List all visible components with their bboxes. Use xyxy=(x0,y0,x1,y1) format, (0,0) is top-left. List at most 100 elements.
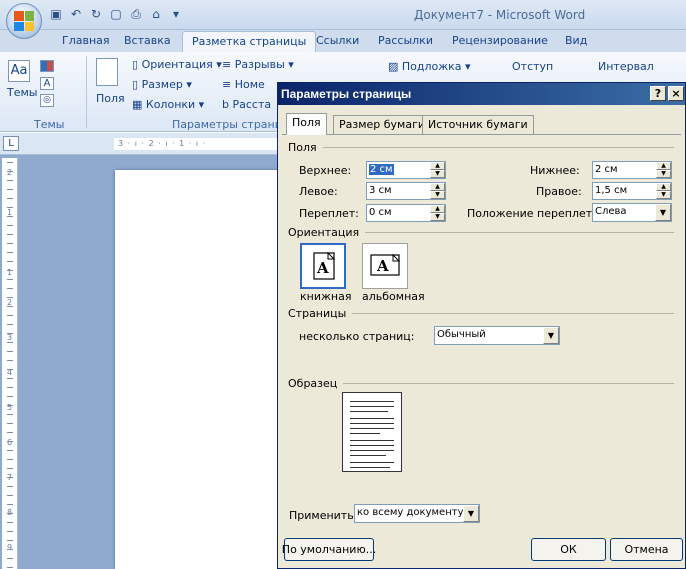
quick-access-toolbar: ▣ ↶ ↻ ▢ ⎙ ⌂ ▾ xyxy=(48,7,184,22)
ruler-tick xyxy=(7,558,13,559)
top-margin-stepper[interactable]: ▲ ▼ xyxy=(430,162,445,178)
ruler-tick xyxy=(7,180,13,181)
close-icon[interactable]: × xyxy=(668,86,684,101)
indent-label: Отступ xyxy=(512,60,554,73)
tab-mailings[interactable]: Рассылки xyxy=(378,34,433,47)
help-icon[interactable]: ? xyxy=(650,86,666,101)
chevron-down-icon[interactable]: ▼ xyxy=(463,505,479,522)
apply-to-value: ко всему документу xyxy=(357,507,464,518)
open-icon[interactable]: ⌂ xyxy=(148,7,164,21)
gutter-stepper[interactable]: ▲ ▼ xyxy=(430,205,445,221)
breaks-button[interactable]: ≡ Разрывы ▾ xyxy=(222,58,294,71)
apply-to-select[interactable]: ко всему документу ▼ xyxy=(354,504,480,523)
bottom-margin-stepper[interactable]: ▲ ▼ xyxy=(656,162,671,178)
word-title-bar: ▣ ↶ ↻ ▢ ⎙ ⌂ ▾ Документ7 - Microsoft Word xyxy=(0,0,686,30)
tab-insert[interactable]: Вставка xyxy=(124,34,171,47)
ok-button[interactable]: ОК xyxy=(531,538,606,561)
ruler-tick xyxy=(7,351,13,352)
tab-selector-icon[interactable]: L xyxy=(3,136,19,151)
portrait-label[interactable]: книжная xyxy=(300,290,351,303)
ruler-tick xyxy=(7,549,13,550)
ruler-tick xyxy=(7,459,13,460)
new-doc-icon[interactable]: ▢ xyxy=(108,7,124,21)
watermark-label: Подложка xyxy=(401,60,462,73)
ruler-tick xyxy=(7,162,13,163)
left-margin-stepper[interactable]: ▲ ▼ xyxy=(430,183,445,199)
left-margin-field[interactable]: 3 см ▲ ▼ xyxy=(366,182,446,200)
ruler-tick xyxy=(7,360,13,361)
hyphenation-button[interactable]: b Расста xyxy=(222,98,271,111)
themes-button-label[interactable]: Темы xyxy=(7,86,37,99)
vertical-ruler[interactable]: 2 1 1 2 3 4 5 6 7 8 9 xyxy=(2,158,18,569)
multiple-pages-select[interactable]: Обычный ▼ xyxy=(434,326,560,345)
ruler-tick xyxy=(7,261,13,262)
right-margin-value: 1,5 см xyxy=(595,185,628,196)
print-icon[interactable]: ⎙ xyxy=(128,7,144,21)
ruler-tick xyxy=(7,423,13,424)
top-margin-field[interactable]: 2 см ▲ ▼ xyxy=(366,161,446,179)
qat-dropdown-icon[interactable]: ▾ xyxy=(168,7,184,21)
tab-view[interactable]: Вид xyxy=(565,34,587,47)
multiple-pages-value: Обычный xyxy=(437,329,486,340)
pages-section: Страницы xyxy=(288,307,674,320)
office-button[interactable] xyxy=(6,3,42,39)
undo-icon[interactable]: ↶ xyxy=(68,7,84,21)
ruler-tick xyxy=(7,387,13,388)
ruler-number: 9 xyxy=(7,543,13,552)
margins-icon[interactable] xyxy=(96,58,118,86)
tab-margins[interactable]: Поля xyxy=(286,113,327,135)
redo-icon[interactable]: ↻ xyxy=(88,7,104,21)
margins-button-label[interactable]: Поля xyxy=(96,92,125,105)
right-margin-field[interactable]: 1,5 см ▲ ▼ xyxy=(592,182,672,200)
right-margin-stepper[interactable]: ▲ ▼ xyxy=(656,183,671,199)
tab-page-layout[interactable]: Разметка страницы xyxy=(182,31,317,53)
chevron-down-icon[interactable]: ▼ xyxy=(543,327,559,344)
landscape-option[interactable]: A xyxy=(362,243,408,289)
dialog-title[interactable]: Параметры страницы xyxy=(278,83,685,105)
gutter-position-select[interactable]: Слева ▼ xyxy=(592,203,672,222)
orientation-button[interactable]: ▯ Ориентация ▾ xyxy=(132,58,222,71)
theme-effects-icon[interactable]: ◎ xyxy=(40,94,54,107)
ruler-tick xyxy=(7,324,13,325)
gutter-field[interactable]: 0 см ▲ ▼ xyxy=(366,204,446,222)
left-margin-label: Левое: xyxy=(299,185,338,198)
ruler-tick xyxy=(7,198,13,199)
ruler-tick xyxy=(7,252,13,253)
default-button[interactable]: По умолчанию... xyxy=(282,538,376,561)
horizontal-ruler[interactable]: 3 · ı · 2 · ı · 1 · ı · xyxy=(114,138,282,150)
svg-text:A: A xyxy=(316,259,329,277)
tab-home[interactable]: Главная xyxy=(62,34,110,47)
theme-fonts-icon[interactable]: A xyxy=(40,77,54,90)
ruler-tick xyxy=(7,468,13,469)
ruler-tick xyxy=(7,297,13,298)
size-button[interactable]: ▯ Размер ▾ xyxy=(132,78,192,91)
ribbon-tabs: Главная Вставка Разметка страницы Ссылки… xyxy=(0,30,686,53)
save-icon[interactable]: ▣ xyxy=(48,7,64,21)
ruler-tick xyxy=(7,486,13,487)
cancel-button[interactable]: Отмена xyxy=(610,538,683,561)
tab-review[interactable]: Рецензирование xyxy=(452,34,548,47)
ruler-tick xyxy=(7,207,13,208)
orientation-label: Ориентация xyxy=(141,58,213,71)
ruler-tick xyxy=(7,396,13,397)
hyphenation-label: Расста xyxy=(232,98,272,111)
theme-colors-icon[interactable] xyxy=(40,60,54,72)
watermark-button[interactable]: ▨ Подложка ▾ xyxy=(388,60,471,73)
line-numbers-button[interactable]: ≡ Номе xyxy=(222,78,265,91)
tab-paper-source[interactable]: Источник бумаги xyxy=(422,115,534,134)
ruler-tick xyxy=(7,414,13,415)
bottom-margin-field[interactable]: 2 см ▲ ▼ xyxy=(592,161,672,179)
size-label: Размер xyxy=(141,78,183,91)
bottom-margin-value: 2 см xyxy=(595,164,618,175)
ribbon-separator xyxy=(86,56,87,128)
gutter-position-label: Положение переплета: xyxy=(467,207,603,220)
tab-references[interactable]: Ссылки xyxy=(316,34,359,47)
landscape-label[interactable]: альбомная xyxy=(362,290,425,303)
chevron-down-icon[interactable]: ▼ xyxy=(655,204,671,221)
ruler-tick xyxy=(7,432,13,433)
columns-button[interactable]: ▦ Колонки ▾ xyxy=(132,98,204,111)
line-numbers-label: Номе xyxy=(234,78,265,91)
portrait-option[interactable]: A xyxy=(300,243,346,289)
tab-paper-size[interactable]: Размер бумаги xyxy=(333,115,432,134)
themes-icon[interactable]: Aa xyxy=(8,60,30,82)
